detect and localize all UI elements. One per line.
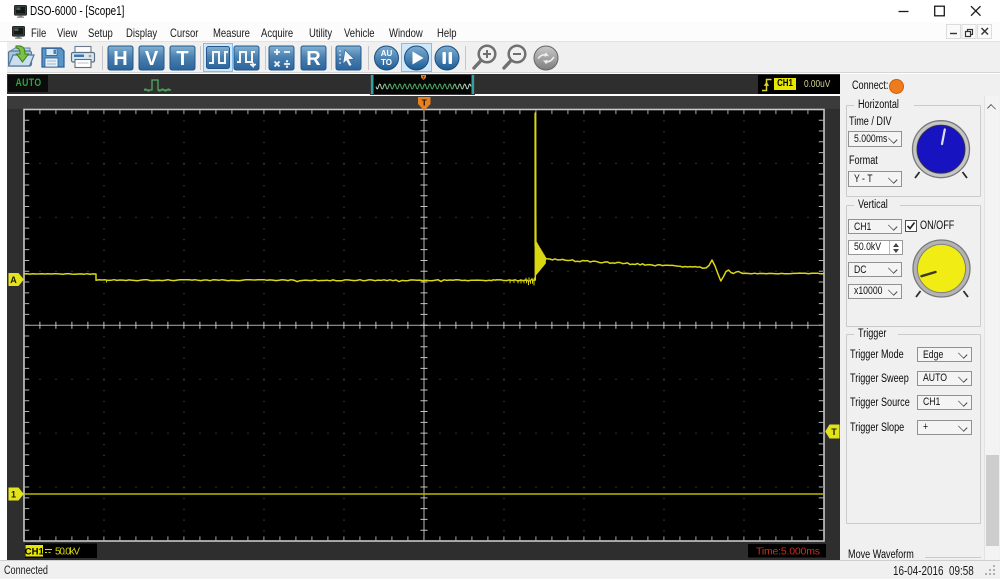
svg-text:CH1: CH1: [25, 546, 45, 557]
svg-text:T: T: [176, 48, 188, 70]
svg-text:T: T: [422, 75, 425, 80]
svg-text:R: R: [306, 48, 321, 70]
svg-text:TO: TO: [381, 58, 392, 67]
svg-text:Time:5.000ms: Time:5.000ms: [756, 546, 820, 558]
svg-text:1: 1: [11, 490, 16, 500]
svg-text:T: T: [831, 427, 837, 437]
svg-text:AU: AU: [381, 49, 393, 58]
svg-text:T: T: [422, 98, 428, 108]
svg-text:50.0kV: 50.0kV: [55, 547, 80, 558]
svg-text:A: A: [10, 275, 17, 285]
svg-text:V: V: [145, 48, 159, 70]
svg-text:H: H: [113, 48, 127, 70]
